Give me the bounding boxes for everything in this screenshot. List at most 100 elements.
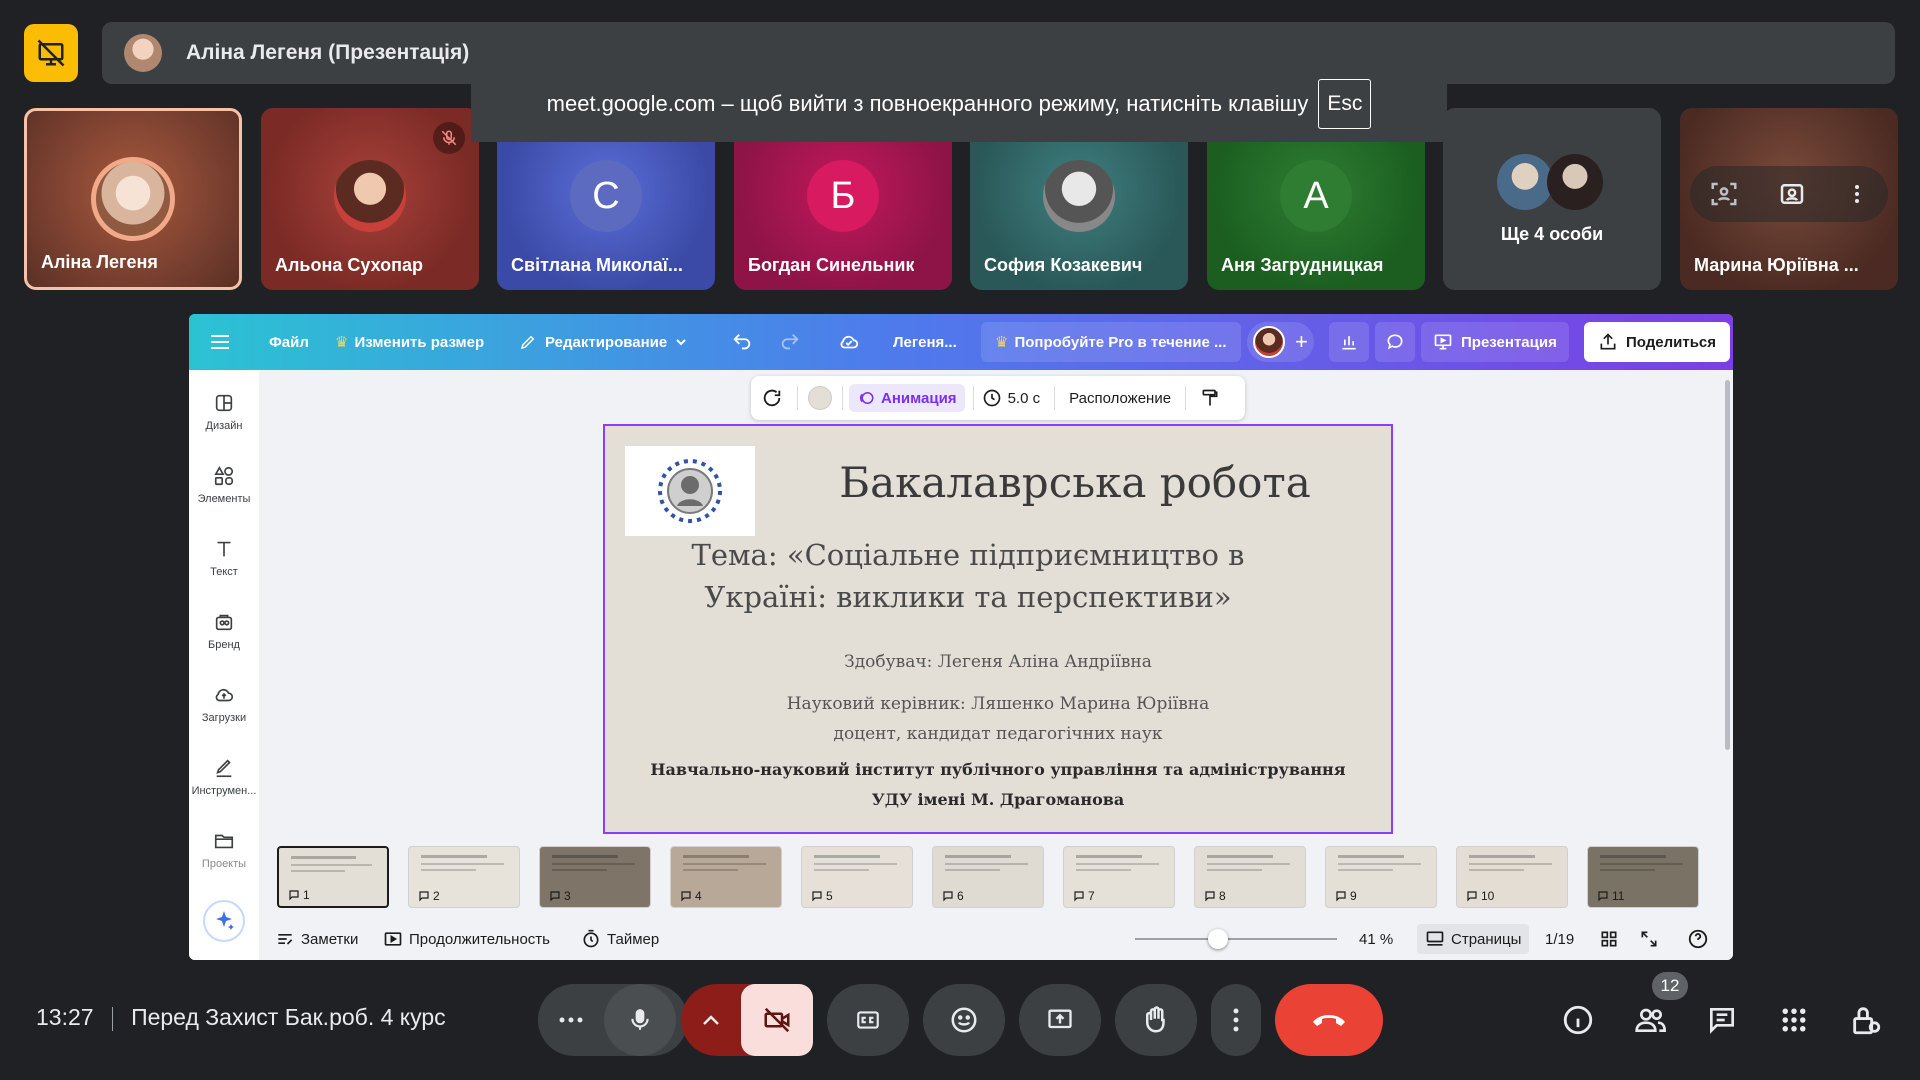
host-controls-icon[interactable]: [1846, 1000, 1886, 1040]
emoji-icon: [951, 1007, 977, 1033]
pro-trial-label: Попробуйте Pro в течение ...: [1014, 333, 1227, 351]
notes-button[interactable]: Заметки: [275, 918, 358, 960]
sidebar-item-brand[interactable]: Бренд: [189, 611, 259, 651]
microphone-button[interactable]: [604, 984, 676, 1056]
share-icon: [1600, 333, 1616, 350]
resize-label: Изменить размер: [354, 333, 485, 351]
emoji-button[interactable]: [923, 984, 1005, 1056]
refresh-icon[interactable]: [761, 387, 783, 409]
meeting-details-icon[interactable]: [1558, 1000, 1598, 1040]
page-thumbnail[interactable]: 11: [1587, 846, 1699, 908]
magic-assistant-button[interactable]: [203, 900, 245, 942]
fullscreen-icon[interactable]: [1639, 918, 1659, 960]
help-icon[interactable]: [1687, 918, 1709, 960]
page-thumbnail[interactable]: 9: [1325, 846, 1437, 908]
timer-button[interactable]: Таймер: [581, 918, 659, 960]
document-name[interactable]: Легеня...: [893, 314, 957, 370]
presenter-avatar: [124, 34, 162, 72]
sidebar-item-design[interactable]: Дизайн: [189, 392, 259, 432]
zoom-level[interactable]: 41 %: [1359, 918, 1393, 960]
canva-header: Файл ♛ Изменить размер Редактирование Ле…: [189, 314, 1733, 370]
zoom-slider[interactable]: [1135, 929, 1337, 949]
brand-icon: [215, 614, 233, 631]
sidebar-item-text[interactable]: Текст: [189, 538, 259, 578]
participant-initial: А: [1280, 160, 1352, 232]
slide-institute: Навчально-науковий інститут публічного у…: [650, 760, 1346, 779]
color-swatch[interactable]: [808, 386, 832, 410]
page-thumbnail[interactable]: 10: [1456, 846, 1568, 908]
participant-name: Аліна Легеня: [41, 252, 158, 272]
page-thumbnail[interactable]: 7: [1063, 846, 1175, 908]
page-number: 10: [1481, 889, 1495, 903]
page-thumbnail[interactable]: 4: [670, 846, 782, 908]
page-thumbnail[interactable]: 8: [1194, 846, 1306, 908]
page-number: 9: [1350, 889, 1357, 903]
grid-view-icon[interactable]: [1599, 918, 1619, 960]
activities-icon[interactable]: [1774, 1000, 1814, 1040]
comment-icon[interactable]: [1375, 322, 1415, 362]
share-label: Поделиться: [1626, 333, 1717, 351]
presentation-indicator-button[interactable]: [24, 24, 78, 82]
present-button[interactable]: Презентация: [1421, 322, 1569, 362]
insights-icon[interactable]: [1329, 322, 1369, 362]
paint-roller-icon[interactable]: [1200, 387, 1220, 409]
collaborators-group[interactable]: +: [1247, 322, 1314, 362]
more-options-icon[interactable]: [1845, 179, 1869, 209]
more-participants-tile[interactable]: Ще 4 особи: [1443, 108, 1661, 290]
share-button[interactable]: Поделиться: [1584, 322, 1731, 362]
participant-tile[interactable]: Альона Сухопар: [261, 108, 479, 290]
present-screen-button[interactable]: [1019, 984, 1101, 1056]
page-thumbnail[interactable]: 5: [801, 846, 913, 908]
upload-cloud-icon: [215, 688, 234, 702]
animation-button[interactable]: Анимация: [849, 384, 965, 412]
sidebar-item-tools[interactable]: Инструмен...: [189, 757, 259, 797]
page-number: 3: [564, 889, 571, 903]
comment-icon: [1598, 891, 1608, 902]
duration-footer-button[interactable]: Продолжительность: [383, 918, 550, 960]
resize-button[interactable]: ♛ Изменить размер: [335, 314, 484, 370]
undo-icon[interactable]: [731, 314, 753, 370]
editing-mode-dropdown[interactable]: Редактирование: [519, 314, 687, 370]
leave-call-button[interactable]: [1275, 984, 1383, 1056]
video-options-button[interactable]: [681, 1014, 741, 1026]
pages-icon: [1426, 931, 1444, 946]
file-menu-button[interactable]: Файл: [269, 314, 309, 370]
university-logo: [625, 446, 755, 536]
sidebar-item-elements[interactable]: Элементы: [189, 465, 259, 505]
chat-icon[interactable]: [1702, 1000, 1742, 1040]
slide-canvas[interactable]: Бакалаврська робота Тема: «Соціальне під…: [603, 424, 1393, 834]
comment-icon: [419, 891, 429, 902]
menu-hamburger-icon[interactable]: [211, 314, 229, 370]
page-number: 8: [1219, 889, 1226, 903]
present-icon: [1434, 334, 1452, 350]
participant-tile[interactable]: Марина Юріївна ...: [1680, 108, 1898, 290]
audio-options-button[interactable]: [538, 1016, 604, 1024]
captions-button[interactable]: [827, 984, 909, 1056]
raise-hand-button[interactable]: [1115, 984, 1197, 1056]
pages-view-button[interactable]: Страницы: [1417, 924, 1530, 954]
duration-button[interactable]: 5.0 с: [982, 388, 1040, 408]
pin-participant-icon[interactable]: [1777, 179, 1807, 209]
cloud-saved-icon[interactable]: [837, 314, 861, 370]
mic-off-icon: [433, 122, 465, 154]
zoom-slider-handle[interactable]: [1207, 929, 1228, 949]
sidebar-item-uploads[interactable]: Загрузки: [189, 684, 259, 724]
camera-off-button[interactable]: [741, 984, 813, 1056]
comment-icon: [1074, 891, 1084, 902]
participant-tile[interactable]: Аліна Легеня: [24, 108, 242, 290]
page-thumbnail[interactable]: 2: [408, 846, 520, 908]
frame-person-icon[interactable]: [1709, 179, 1739, 209]
page-thumbnail[interactable]: 3: [539, 846, 651, 908]
redo-icon[interactable]: [779, 314, 801, 370]
add-collaborator-icon[interactable]: +: [1295, 329, 1308, 355]
position-button[interactable]: Расположение: [1069, 390, 1171, 407]
page-thumbnail[interactable]: 1: [277, 846, 389, 908]
hand-icon: [1146, 1006, 1165, 1033]
slide-university: УДУ імені М. Драгоманова: [871, 790, 1125, 809]
sidebar-item-projects[interactable]: Проекты: [189, 830, 259, 870]
more-options-button[interactable]: [1211, 984, 1261, 1056]
people-button[interactable]: 12: [1630, 972, 1688, 1040]
canvas-scrollbar[interactable]: [1725, 380, 1730, 750]
pro-trial-button[interactable]: ♛ Попробуйте Pro в течение ...: [981, 322, 1241, 362]
page-thumbnail[interactable]: 6: [932, 846, 1044, 908]
